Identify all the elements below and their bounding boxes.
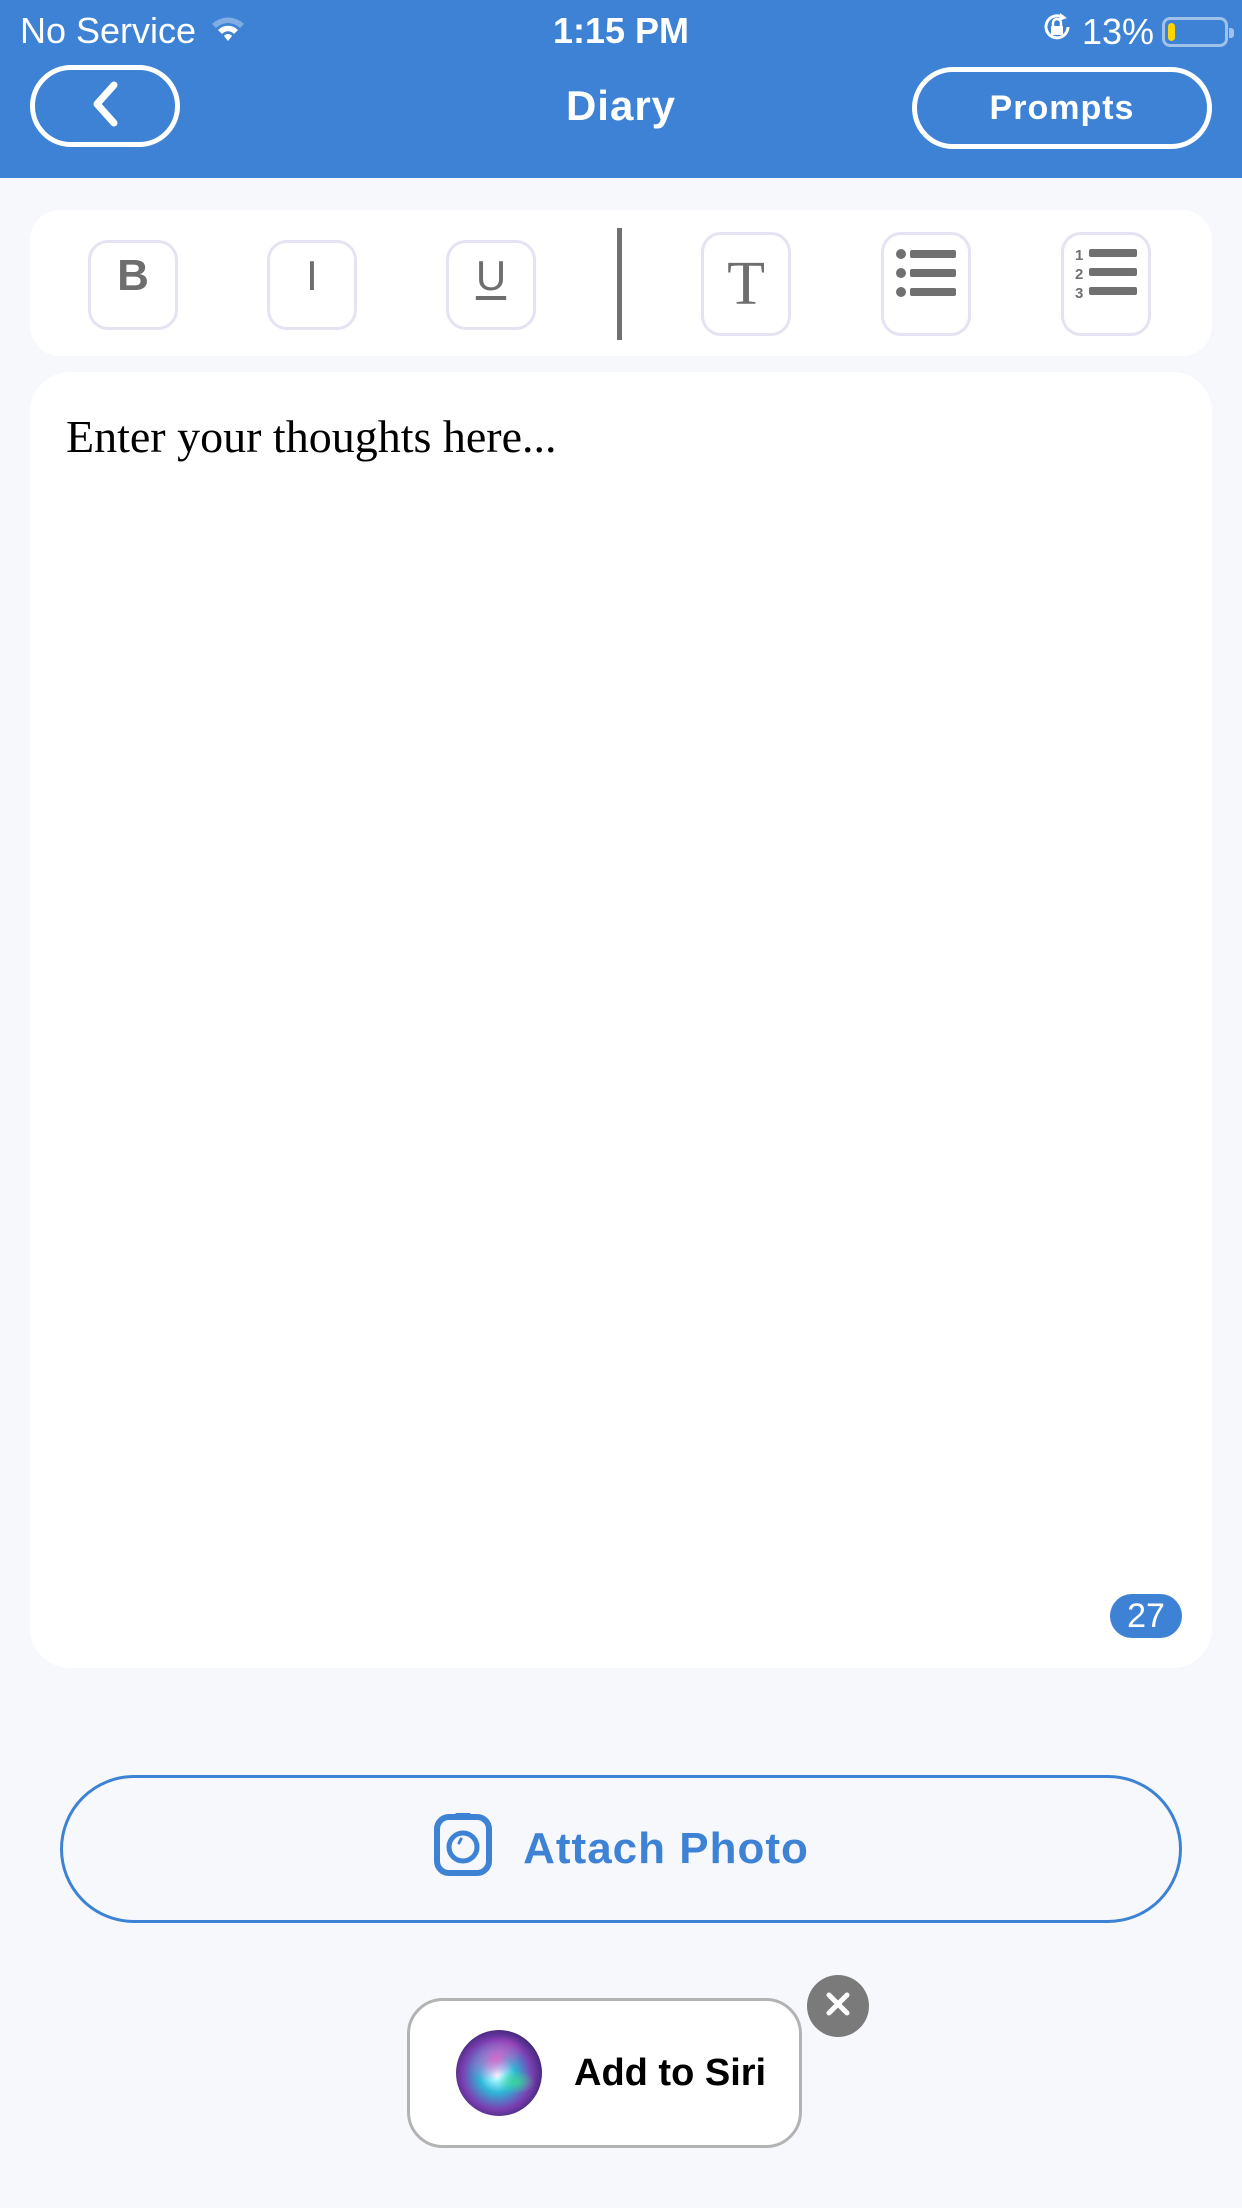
- svg-text:1: 1: [1075, 247, 1083, 264]
- italic-icon: I: [306, 252, 318, 299]
- attach-photo-button[interactable]: Attach Photo: [60, 1775, 1182, 1923]
- bullet-list-icon: [896, 248, 956, 305]
- siri-close-button[interactable]: [807, 1975, 869, 2037]
- toolbar-divider: [617, 228, 622, 340]
- italic-button[interactable]: I: [267, 240, 357, 330]
- siri-icon: [456, 2030, 542, 2116]
- numbered-list-button[interactable]: 1 2 3: [1061, 232, 1151, 336]
- attach-photo-label: Attach Photo: [523, 1824, 809, 1873]
- prompts-button[interactable]: Prompts: [912, 67, 1212, 149]
- svg-text:2: 2: [1075, 266, 1083, 283]
- battery-percent: 13%: [1081, 10, 1154, 52]
- underline-icon: U: [475, 252, 507, 299]
- header: No Service 1:15 PM 13% Diary Prompts: [0, 0, 1242, 178]
- editor-placeholder[interactable]: Enter your thoughts here...: [66, 410, 1166, 463]
- formatting-toolbar: B I U T 1 2 3: [30, 210, 1212, 356]
- close-icon: [824, 1990, 852, 2023]
- add-to-siri-button[interactable]: Add to Siri: [407, 1998, 802, 2148]
- text-size-icon: T: [727, 249, 765, 318]
- add-to-siri-label: Add to Siri: [574, 2051, 767, 2094]
- underline-button[interactable]: U: [446, 240, 536, 330]
- text-size-button[interactable]: T: [701, 232, 791, 336]
- numbered-list-icon: 1 2 3: [1075, 246, 1137, 307]
- battery-fill: [1168, 22, 1176, 41]
- bold-button[interactable]: B: [88, 240, 178, 330]
- status-right: 13%: [1040, 10, 1234, 53]
- bullet-list-button[interactable]: [881, 232, 971, 336]
- battery-icon: [1162, 16, 1234, 47]
- svg-text:3: 3: [1075, 285, 1083, 302]
- orientation-lock-icon: [1040, 10, 1074, 53]
- bold-icon: B: [117, 251, 149, 300]
- diary-editor[interactable]: Enter your thoughts here... 27: [30, 372, 1212, 1668]
- camera-icon: [433, 1811, 493, 1888]
- character-count-badge: 27: [1110, 1594, 1182, 1638]
